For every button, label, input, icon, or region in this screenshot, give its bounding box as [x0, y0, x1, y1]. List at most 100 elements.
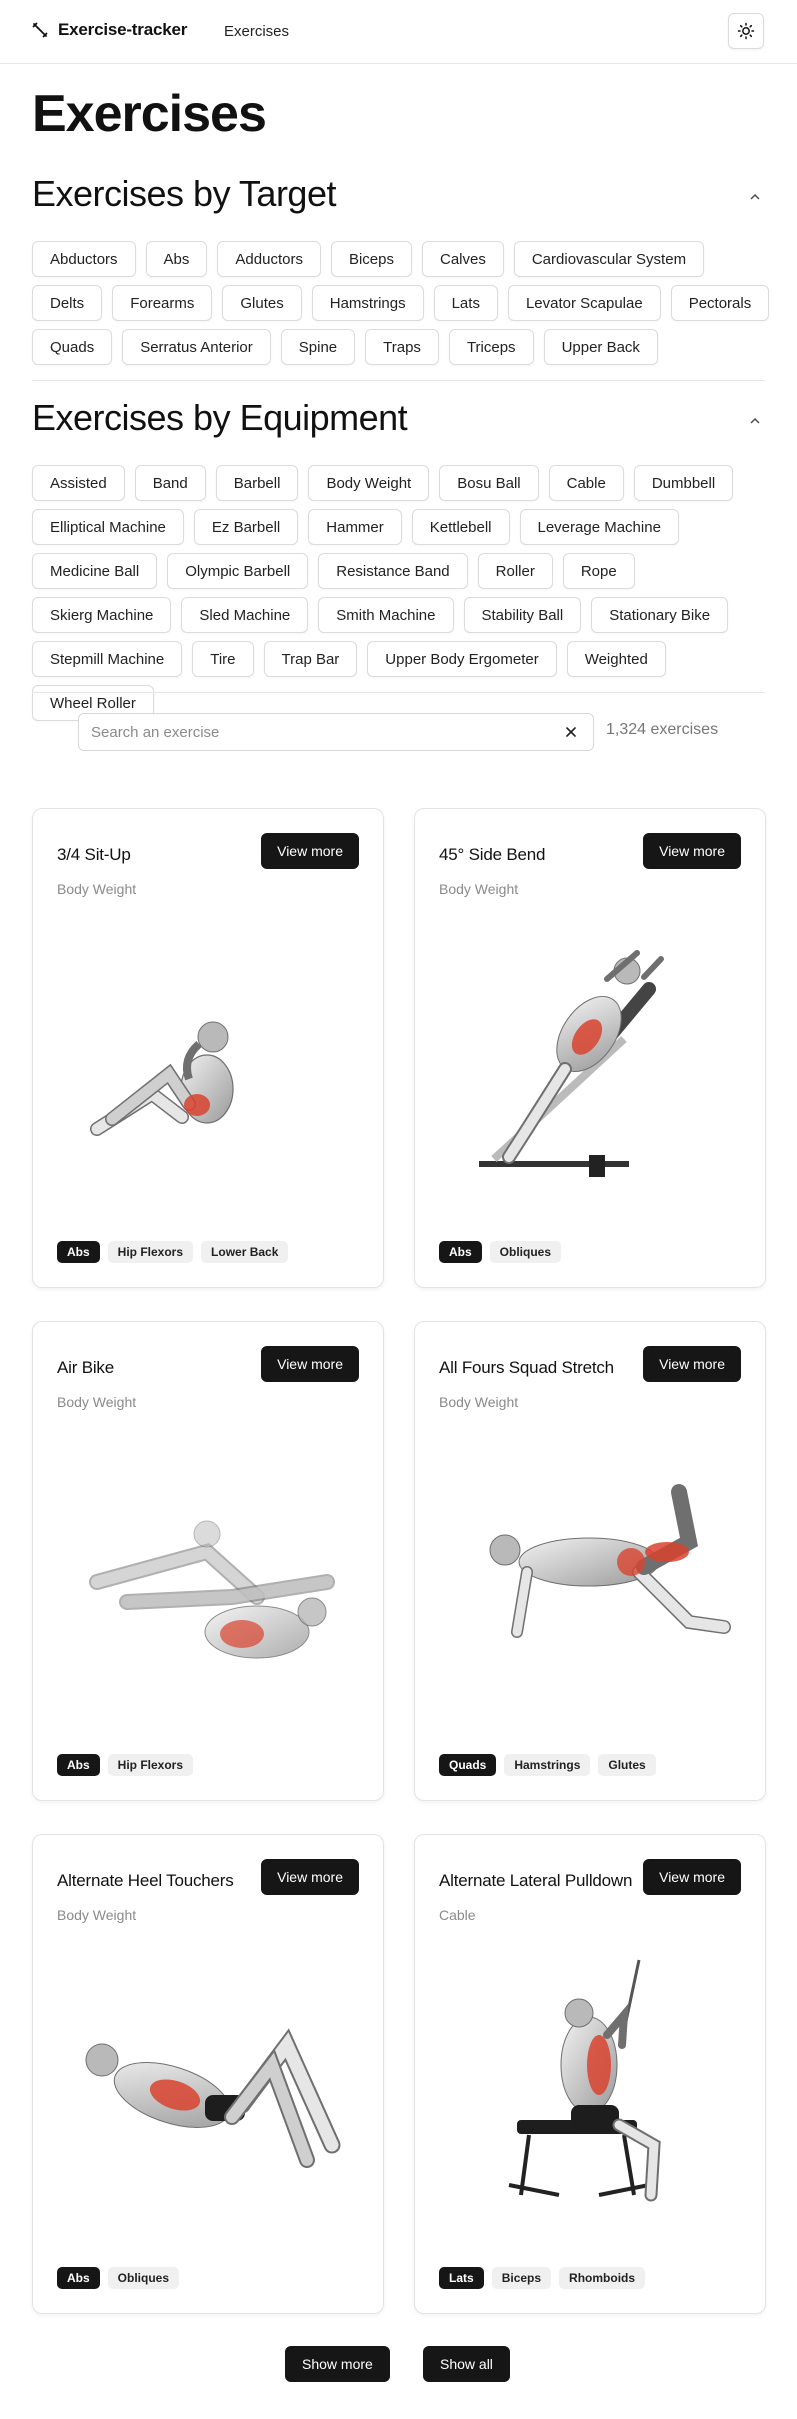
muscle-tag: Obliques	[489, 1241, 562, 1263]
equipment-chip-smith-machine[interactable]: Smith Machine	[318, 597, 454, 633]
equipment-chip-olympic-barbell[interactable]: Olympic Barbell	[167, 553, 309, 589]
equipment-collapse-button[interactable]	[746, 412, 764, 430]
target-collapse-button[interactable]	[746, 188, 764, 206]
exercise-card: 3/4 Sit-Up View more Body Weight Abs Hip …	[32, 808, 384, 1288]
target-chip-lats[interactable]: Lats	[433, 285, 498, 321]
clear-search-button[interactable]	[561, 722, 581, 742]
equipment-chip-dumbbell[interactable]: Dumbbell	[633, 465, 734, 501]
exercise-equipment: Body Weight	[57, 881, 137, 897]
search-input[interactable]	[91, 723, 561, 741]
exercise-illustration	[508, 1959, 661, 2202]
muscle-tag-list: Abs Hip Flexors Lower Back	[57, 1241, 289, 1263]
target-chip-delts[interactable]: Delts	[32, 285, 103, 321]
view-more-button[interactable]: View more	[643, 1859, 741, 1895]
target-chip-triceps[interactable]: Triceps	[448, 329, 534, 365]
equipment-chip-body-weight[interactable]: Body Weight	[308, 465, 430, 501]
equipment-chip-stability-ball[interactable]: Stability Ball	[463, 597, 582, 633]
exercise-name: Alternate Heel Touchers	[57, 1871, 234, 1890]
equipment-chip-cable[interactable]: Cable	[548, 465, 624, 501]
equipment-chip-sled-machine[interactable]: Sled Machine	[181, 597, 309, 633]
muscle-tag: Hip Flexors	[107, 1241, 194, 1263]
equipment-chip-band[interactable]: Band	[134, 465, 206, 501]
theme-toggle-button[interactable]	[728, 13, 764, 49]
target-chip-glutes[interactable]: Glutes	[222, 285, 302, 321]
muscle-tag: Abs	[57, 2267, 100, 2289]
equipment-chip-tire[interactable]: Tire	[192, 641, 254, 677]
muscle-tag-list: Lats Biceps Rhomboids	[439, 2267, 646, 2289]
exercise-count: 1,324 exercises	[606, 721, 719, 738]
target-chip-hamstrings[interactable]: Hamstrings	[311, 285, 424, 321]
target-chip-traps[interactable]: Traps	[365, 329, 439, 365]
target-chip-pectorals[interactable]: Pectorals	[670, 285, 770, 321]
equipment-chip-kettlebell[interactable]: Kettlebell	[411, 509, 510, 545]
brand-name: Exercise-tracker	[58, 20, 188, 39]
equipment-filter-list: Assisted Band Barbell Body Weight Bosu Ball C…	[32, 465, 772, 721]
brand-link[interactable]: Exercise-tracker	[32, 20, 187, 40]
exercise-illustration	[479, 950, 664, 1177]
target-section-title: Exercises by Target	[32, 173, 336, 214]
exercise-equipment: Body Weight	[57, 1907, 137, 1923]
target-chip-abductors[interactable]: Abductors	[32, 241, 136, 277]
equipment-chip-rope[interactable]: Rope	[562, 553, 635, 589]
section-divider	[32, 380, 765, 381]
exercise-card: Alternate Lateral Pulldown View more Cab…	[414, 1834, 766, 2314]
exercise-card: Air Bike View more Body Weight Abs Hip Fl…	[32, 1321, 384, 1801]
target-chip-levator-scapulae[interactable]: Levator Scapulae	[507, 285, 661, 321]
target-chip-abs[interactable]: Abs	[145, 241, 208, 277]
equipment-chip-medicine-ball[interactable]: Medicine Ball	[32, 553, 158, 589]
target-chip-cardiovascular-system[interactable]: Cardiovascular System	[513, 241, 705, 277]
show-all-button[interactable]: Show all	[423, 2346, 510, 2382]
exercise-equipment: Cable	[439, 1907, 476, 1923]
muscle-tag: Glutes	[598, 1754, 656, 1776]
target-chip-quads[interactable]: Quads	[32, 329, 113, 365]
equipment-chip-resistance-band[interactable]: Resistance Band	[318, 553, 468, 589]
target-chip-serratus-anterior[interactable]: Serratus Anterior	[122, 329, 271, 365]
nav-link-exercises[interactable]: Exercises	[224, 23, 289, 40]
equipment-chip-upper-body-ergometer[interactable]: Upper Body Ergometer	[367, 641, 557, 677]
target-chip-upper-back[interactable]: Upper Back	[543, 329, 658, 365]
muscle-tag: Abs	[57, 1754, 100, 1776]
equipment-chip-assisted[interactable]: Assisted	[32, 465, 125, 501]
exercise-name: Air Bike	[57, 1358, 114, 1377]
equipment-chip-stepmill-machine[interactable]: Stepmill Machine	[32, 641, 183, 677]
muscle-tag: Lats	[439, 2267, 484, 2289]
muscle-tag: Biceps	[491, 2267, 552, 2289]
target-chip-calves[interactable]: Calves	[421, 241, 504, 277]
view-more-button[interactable]: View more	[261, 833, 359, 869]
equipment-section-title: Exercises by Equipment	[32, 397, 408, 438]
equipment-chip-hammer[interactable]: Hammer	[308, 509, 402, 545]
equipment-chip-ez-barbell[interactable]: Ez Barbell	[193, 509, 299, 545]
muscle-tag: Obliques	[107, 2267, 180, 2289]
equipment-chip-roller[interactable]: Roller	[477, 553, 553, 589]
close-icon	[566, 727, 576, 737]
exercise-card: 45° Side Bend View more Body Weight Abs O…	[414, 808, 766, 1288]
top-navbar: Exercise-tracker Exercises	[0, 0, 797, 64]
view-more-button[interactable]: View more	[261, 1859, 359, 1895]
equipment-chip-barbell[interactable]: Barbell	[215, 465, 299, 501]
muscle-tag-list: Abs Obliques	[439, 1241, 562, 1263]
section-divider	[32, 692, 765, 693]
equipment-chip-trap-bar[interactable]: Trap Bar	[263, 641, 358, 677]
exercise-name: 3/4 Sit-Up	[57, 845, 131, 864]
equipment-chip-bosu-ball[interactable]: Bosu Ball	[439, 465, 539, 501]
view-more-button[interactable]: View more	[261, 1346, 359, 1382]
target-chip-forearms[interactable]: Forearms	[112, 285, 213, 321]
exercise-name: Alternate Lateral Pulldown	[439, 1871, 633, 1890]
equipment-chip-elliptical-machine[interactable]: Elliptical Machine	[32, 509, 184, 545]
view-more-button[interactable]: View more	[643, 1346, 741, 1382]
view-more-button[interactable]: View more	[643, 833, 741, 869]
muscle-tag-list: Abs Hip Flexors	[57, 1754, 194, 1776]
target-chip-biceps[interactable]: Biceps	[330, 241, 412, 277]
equipment-chip-weighted[interactable]: Weighted	[566, 641, 666, 677]
equipment-chip-leverage-machine[interactable]: Leverage Machine	[519, 509, 679, 545]
chevron-up-icon	[750, 194, 760, 200]
muscle-tag-list: Quads Hamstrings Glutes	[439, 1754, 656, 1776]
equipment-chip-stationary-bike[interactable]: Stationary Bike	[591, 597, 729, 633]
exercise-equipment: Body Weight	[439, 881, 519, 897]
target-chip-spine[interactable]: Spine	[280, 329, 356, 365]
show-more-button[interactable]: Show more	[285, 2346, 390, 2382]
equipment-chip-skierg-machine[interactable]: Skierg Machine	[32, 597, 172, 633]
target-filter-list: Abductors Abs Adductors Biceps Calves Cardiov…	[32, 241, 772, 365]
target-chip-adductors[interactable]: Adductors	[217, 241, 321, 277]
search-box	[78, 713, 594, 751]
